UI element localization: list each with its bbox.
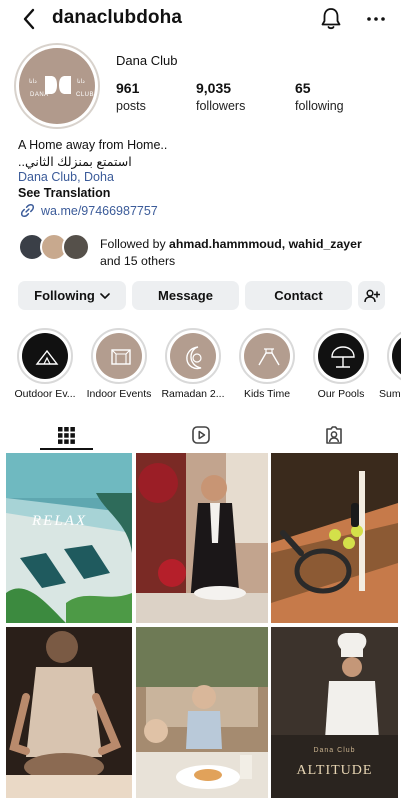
bio-line-english: A Home away from Home.. xyxy=(18,138,168,152)
highlight-label: Our Pools xyxy=(317,388,365,400)
more-options-icon[interactable] xyxy=(364,6,388,32)
post-image xyxy=(136,453,268,623)
avatar-logo: دانا دانا DANA CLUB xyxy=(19,48,95,124)
post-image xyxy=(6,453,132,623)
camp-tent-icon xyxy=(35,349,59,365)
post-thumbnail[interactable] xyxy=(271,453,398,623)
highlight-label: Sum xyxy=(379,388,401,400)
message-button[interactable]: Message xyxy=(132,281,239,310)
highlight-summer[interactable]: Sum xyxy=(379,328,401,400)
post-thumbnail[interactable]: RELAX xyxy=(6,453,132,623)
stat-followers[interactable]: 9,035 followers xyxy=(196,80,245,113)
location-link[interactable]: Dana Club, Doha xyxy=(18,170,388,184)
beach-umbrella-icon xyxy=(331,346,355,368)
grid-icon xyxy=(58,426,75,444)
link-icon xyxy=(20,203,35,218)
post-caption: RELAX xyxy=(32,513,87,529)
highlight-kids-time[interactable]: Kids Time xyxy=(239,328,295,400)
tab-reels[interactable] xyxy=(134,420,267,450)
profile-tabs xyxy=(0,420,401,450)
contact-button[interactable]: Contact xyxy=(245,281,352,310)
highlight-our-pools[interactable]: Our Pools xyxy=(313,328,369,400)
stat-posts[interactable]: 961 posts xyxy=(116,80,146,113)
add-person-icon xyxy=(363,289,380,302)
suggested-people-button[interactable] xyxy=(358,281,385,310)
playground-slide-icon xyxy=(258,348,280,366)
highlight-outdoor-events[interactable]: Outdoor Ev... xyxy=(14,328,76,400)
profile-avatar[interactable]: دانا دانا DANA CLUB xyxy=(14,43,100,129)
bio-line-arabic: استمتع بمنزلك الثاني.. xyxy=(18,155,132,169)
tab-posts-grid[interactable] xyxy=(0,420,133,450)
followed-by-row[interactable]: Followed by ahmad.hammmoud, wahid_zayer … xyxy=(18,233,398,268)
highlight-indoor-events[interactable]: Indoor Events xyxy=(87,328,151,400)
post-thumbnail[interactable]: Dana Club ALTITUDE xyxy=(271,627,398,798)
stat-following[interactable]: 65 following xyxy=(295,80,344,113)
top-bar: danaclubdoha xyxy=(0,0,401,38)
highlight-ramadan[interactable]: Ramadan 2... xyxy=(161,328,225,400)
active-tab-indicator xyxy=(40,448,93,450)
chevron-down-icon xyxy=(100,292,110,299)
profile-display-name: Dana Club xyxy=(116,53,178,68)
crescent-moon-icon xyxy=(186,346,202,370)
post-thumbnail[interactable] xyxy=(6,627,132,798)
followed-by-text: Followed by ahmad.hammmoud, wahid_zayer … xyxy=(100,237,362,268)
stage-icon xyxy=(111,349,131,365)
notifications-bell-icon[interactable] xyxy=(318,6,344,32)
post-image xyxy=(271,453,398,623)
post-thumbnail[interactable] xyxy=(136,627,268,798)
see-translation-link[interactable]: See Translation xyxy=(18,186,388,200)
follower-avatar xyxy=(62,233,90,261)
post-subtitle: Dana Club xyxy=(313,747,356,754)
tab-tagged[interactable] xyxy=(267,420,400,450)
website-link[interactable]: wa.me/97466987757 xyxy=(20,203,390,218)
post-image xyxy=(6,627,132,798)
posts-grid: RELAX Dana Club ALTITUDE xyxy=(6,453,398,798)
profile-username: danaclubdoha xyxy=(52,7,182,28)
following-button[interactable]: Following xyxy=(18,281,126,310)
back-arrow-icon[interactable] xyxy=(18,6,42,32)
post-caption: ALTITUDE xyxy=(296,763,373,778)
tagged-person-icon xyxy=(325,426,342,444)
post-image xyxy=(136,627,268,798)
post-thumbnail[interactable] xyxy=(136,453,268,623)
reels-play-icon xyxy=(191,426,210,444)
